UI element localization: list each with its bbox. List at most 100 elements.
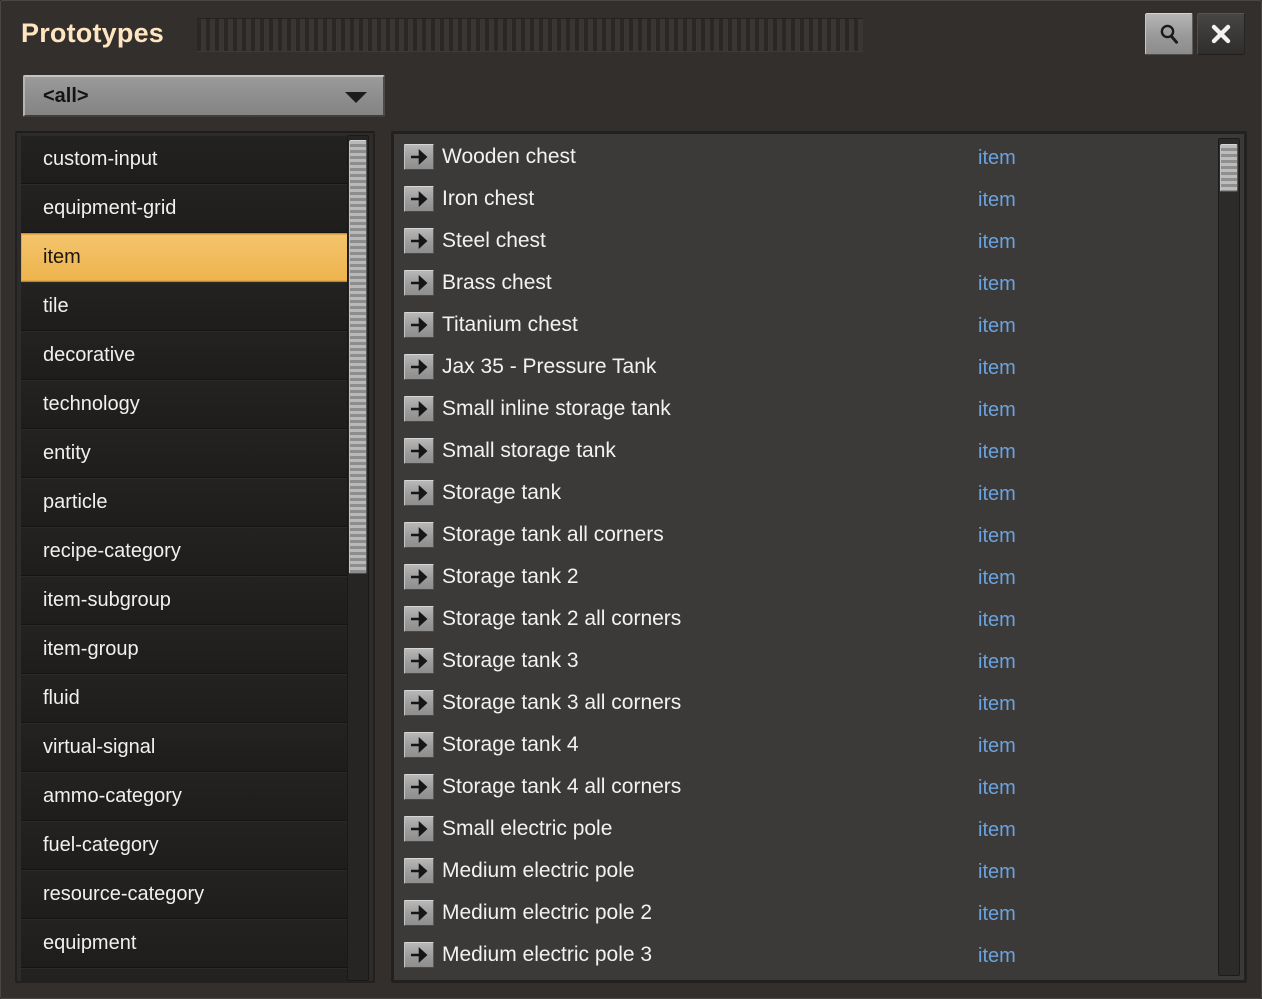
sidebar-item-ammo-category[interactable]: ammo-category xyxy=(21,772,351,821)
table-row[interactable]: Small electric pole item xyxy=(398,810,1206,852)
table-row[interactable]: Titanium chest item xyxy=(398,306,1206,348)
window-drag-handle[interactable] xyxy=(197,18,863,52)
goto-prototype-button[interactable] xyxy=(404,942,434,968)
table-row[interactable]: Small inline storage tank item xyxy=(398,390,1206,432)
prototype-type-link[interactable]: item xyxy=(978,441,1016,464)
table-row[interactable]: Small storage tank item xyxy=(398,432,1206,474)
prototype-type-link[interactable]: item xyxy=(978,945,1016,968)
prototype-type-link[interactable]: item xyxy=(978,315,1016,338)
goto-prototype-button[interactable] xyxy=(404,816,434,842)
table-row[interactable]: Storage tank 2 all corners item xyxy=(398,600,1206,642)
arrow-right-icon xyxy=(411,233,428,249)
table-row[interactable]: Wooden chest item xyxy=(398,138,1206,180)
sidebar-item-virtual-signal[interactable]: virtual-signal xyxy=(21,723,351,772)
goto-prototype-button[interactable] xyxy=(404,564,434,590)
sidebar-item-decorative[interactable]: decorative xyxy=(21,331,351,380)
close-button[interactable] xyxy=(1197,13,1245,55)
goto-prototype-button[interactable] xyxy=(404,522,434,548)
arrow-right-icon xyxy=(411,863,428,879)
prototype-type-link[interactable]: item xyxy=(978,735,1016,758)
table-row[interactable]: Storage tank all corners item xyxy=(398,516,1206,558)
table-row[interactable]: Iron chest item xyxy=(398,180,1206,222)
goto-prototype-button[interactable] xyxy=(404,900,434,926)
sidebar-item-label: ammo-category xyxy=(43,785,182,807)
goto-prototype-button[interactable] xyxy=(404,774,434,800)
goto-prototype-button[interactable] xyxy=(404,606,434,632)
sidebar-item-label: fluid xyxy=(43,687,80,709)
prototype-type-link[interactable]: item xyxy=(978,147,1016,170)
sidebar-item-technology[interactable]: technology xyxy=(21,380,351,429)
table-row[interactable]: Jax 35 - Pressure Tank item xyxy=(398,348,1206,390)
sidebar-item-row-17[interactable] xyxy=(21,968,351,981)
prototype-name: Storage tank 2 all corners xyxy=(442,607,682,630)
table-row[interactable]: Steel chest item xyxy=(398,222,1206,264)
goto-prototype-button[interactable] xyxy=(404,354,434,380)
prototype-type-link[interactable]: item xyxy=(978,399,1016,422)
sidebar-item-item-group[interactable]: item-group xyxy=(21,625,351,674)
sidebar-item-tile[interactable]: tile xyxy=(21,282,351,331)
prototype-type-dropdown[interactable]: <all> xyxy=(23,75,385,117)
table-row[interactable]: Medium electric pole item xyxy=(398,852,1206,894)
goto-prototype-button[interactable] xyxy=(404,186,434,212)
goto-prototype-button[interactable] xyxy=(404,312,434,338)
sidebar-item-item[interactable]: item xyxy=(21,233,351,282)
table-row[interactable]: Storage tank 3 all corners item xyxy=(398,684,1206,726)
goto-prototype-button[interactable] xyxy=(404,228,434,254)
arrow-right-icon xyxy=(411,401,428,417)
goto-prototype-button[interactable] xyxy=(404,144,434,170)
sidebar-item-equipment[interactable]: equipment xyxy=(21,919,351,968)
main-scrollbar[interactable] xyxy=(1218,138,1240,976)
sidebar-item-resource-category[interactable]: resource-category xyxy=(21,870,351,919)
sidebar-scrollbar-thumb[interactable] xyxy=(349,140,367,574)
goto-prototype-button[interactable] xyxy=(404,858,434,884)
prototype-type-link[interactable]: item xyxy=(978,609,1016,632)
sidebar-item-label: item-group xyxy=(43,638,139,660)
sidebar-scrollbar[interactable] xyxy=(347,135,369,981)
prototype-type-link[interactable]: item xyxy=(978,525,1016,548)
sidebar-item-fluid[interactable]: fluid xyxy=(21,674,351,723)
table-row[interactable]: Storage tank item xyxy=(398,474,1206,516)
goto-prototype-button[interactable] xyxy=(404,438,434,464)
prototype-name: Titanium chest xyxy=(442,313,578,336)
prototype-type-link[interactable]: item xyxy=(978,651,1016,674)
sidebar-item-label: particle xyxy=(43,491,108,513)
prototype-type-link[interactable]: item xyxy=(978,273,1016,296)
goto-prototype-button[interactable] xyxy=(404,270,434,296)
main-scrollbar-thumb[interactable] xyxy=(1220,144,1238,192)
goto-prototype-button[interactable] xyxy=(404,732,434,758)
prototype-type-link[interactable]: item xyxy=(978,693,1016,716)
sidebar-item-custom-input[interactable]: custom-input xyxy=(21,135,351,184)
table-row[interactable]: Storage tank 3 item xyxy=(398,642,1206,684)
arrow-right-icon xyxy=(411,653,428,669)
goto-prototype-button[interactable] xyxy=(404,396,434,422)
goto-prototype-button[interactable] xyxy=(404,648,434,674)
sidebar-item-equipment-grid[interactable]: equipment-grid xyxy=(21,184,351,233)
search-button[interactable] xyxy=(1145,13,1193,55)
prototype-entries-list: Wooden chest item Iron chest item Steel ches… xyxy=(398,138,1206,978)
table-row[interactable]: Storage tank 4 all corners item xyxy=(398,768,1206,810)
goto-prototype-button[interactable] xyxy=(404,690,434,716)
table-row[interactable]: Medium electric pole 2 item xyxy=(398,894,1206,936)
prototype-type-link[interactable]: item xyxy=(978,231,1016,254)
prototype-type-link[interactable]: item xyxy=(978,483,1016,506)
prototype-type-link[interactable]: item xyxy=(978,357,1016,380)
prototype-name: Storage tank 4 xyxy=(442,733,579,756)
sidebar-item-item-subgroup[interactable]: item-subgroup xyxy=(21,576,351,625)
prototype-name: Storage tank 3 xyxy=(442,649,579,672)
prototype-type-link[interactable]: item xyxy=(978,777,1016,800)
prototype-type-link[interactable]: item xyxy=(978,903,1016,926)
prototype-name: Small electric pole xyxy=(442,817,613,840)
prototype-type-link[interactable]: item xyxy=(978,861,1016,884)
sidebar-item-particle[interactable]: particle xyxy=(21,478,351,527)
sidebar-item-entity[interactable]: entity xyxy=(21,429,351,478)
prototype-type-link[interactable]: item xyxy=(978,189,1016,212)
sidebar-item-fuel-category[interactable]: fuel-category xyxy=(21,821,351,870)
table-row[interactable]: Storage tank 4 item xyxy=(398,726,1206,768)
table-row[interactable]: Brass chest item xyxy=(398,264,1206,306)
sidebar-item-recipe-category[interactable]: recipe-category xyxy=(21,527,351,576)
table-row[interactable]: Medium electric pole 3 item xyxy=(398,936,1206,978)
prototype-type-link[interactable]: item xyxy=(978,819,1016,842)
table-row[interactable]: Storage tank 2 item xyxy=(398,558,1206,600)
goto-prototype-button[interactable] xyxy=(404,480,434,506)
prototype-type-link[interactable]: item xyxy=(978,567,1016,590)
